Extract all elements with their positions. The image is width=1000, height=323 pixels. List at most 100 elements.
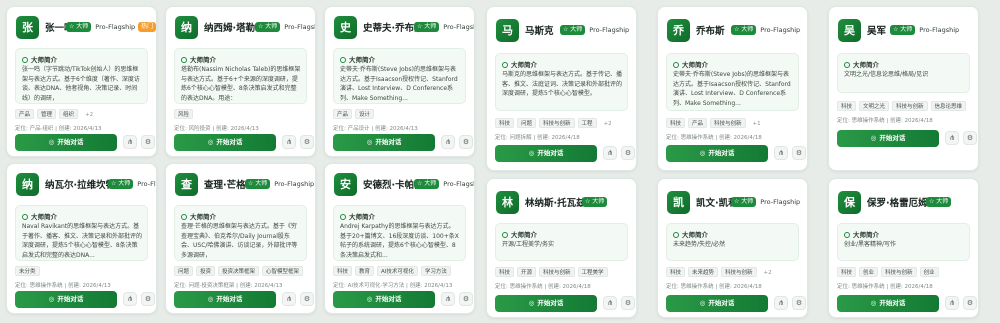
settings-icon[interactable]: ⚙ bbox=[963, 131, 977, 145]
tag-more[interactable]: +2 bbox=[306, 266, 309, 276]
tag[interactable]: 科技 bbox=[837, 267, 857, 277]
tag[interactable]: 未分类 bbox=[15, 266, 40, 276]
tag[interactable]: 工程美学 bbox=[577, 267, 608, 277]
share-icon[interactable]: ⋔ bbox=[282, 135, 296, 149]
persona-card[interactable]: 史 史蒂夫·乔布斯 ☆ 大师Pro-Flagship 大师简介 史蒂夫·乔布斯(… bbox=[324, 6, 475, 157]
tag[interactable]: 投资决策框架 bbox=[218, 266, 260, 276]
persona-card[interactable]: 安 安德烈·卡帕西 ☆ 大师Pro-Flagship 大师简介 Andrej K… bbox=[324, 163, 475, 314]
tag[interactable]: 问题 bbox=[517, 118, 537, 128]
settings-icon[interactable]: ⚙ bbox=[621, 296, 635, 310]
share-icon[interactable]: ⋔ bbox=[603, 146, 617, 160]
tag[interactable]: 科技与创新 bbox=[710, 118, 746, 128]
start-chat-button[interactable]: ◎ 开始对话 bbox=[837, 130, 939, 147]
info-icon bbox=[844, 232, 850, 238]
persona-card[interactable]: 马 马斯克 ☆ 大师 Pro-Flagship 大师简介 马斯克的思维框架与表达方… bbox=[486, 6, 637, 171]
persona-card[interactable]: 纳 纳西姆·塔勒布 ☆ 大师Pro-Flagship 大师简介 塔勒布(Nass… bbox=[165, 6, 316, 157]
card-grid-left: 张 张一鸣 ☆ 大师 Pro-Flagship 热门 大师简介 张一鸣（字节跳动/T… bbox=[0, 0, 482, 323]
tag[interactable]: 心智模型框架 bbox=[262, 266, 304, 276]
tag-more[interactable]: +1 bbox=[749, 118, 765, 128]
tag[interactable]: 组织 bbox=[59, 109, 79, 119]
card-header: 查 查理·芒格 ☆ 大师Pro-Flagship热门 bbox=[175, 173, 314, 197]
tag[interactable]: 产品 bbox=[15, 109, 35, 119]
start-chat-button[interactable]: ◎ 开始对话 bbox=[174, 291, 276, 308]
tag[interactable]: 学习方法 bbox=[420, 266, 451, 276]
persona-card[interactable]: 纳 纳瓦尔·拉维坎特 ☆ 大师Pro-Flagship 大师简介 Naval R… bbox=[6, 163, 157, 314]
tag[interactable]: 未来趋势 bbox=[688, 267, 719, 277]
share-icon[interactable]: ⋔ bbox=[123, 135, 137, 149]
tag[interactable]: 风险 bbox=[174, 109, 194, 119]
start-chat-button[interactable]: ◎ 开始对话 bbox=[495, 145, 597, 162]
tag[interactable]: 科技与创新 bbox=[539, 118, 575, 128]
settings-icon[interactable]: ⚙ bbox=[141, 292, 155, 306]
share-icon[interactable]: ⋔ bbox=[774, 296, 788, 310]
intro-title: 大师简介 bbox=[349, 213, 375, 221]
tag[interactable]: 科技与创新 bbox=[881, 267, 917, 277]
share-icon[interactable]: ⋔ bbox=[441, 292, 455, 306]
tag[interactable]: 问题 bbox=[174, 266, 194, 276]
tag[interactable]: 科技与创新 bbox=[539, 267, 575, 277]
share-icon[interactable]: ⋔ bbox=[441, 135, 455, 149]
tag[interactable]: 创业 bbox=[919, 267, 939, 277]
start-chat-button[interactable]: ◎ 开始对话 bbox=[15, 291, 117, 308]
avatar: 查 bbox=[175, 173, 198, 196]
start-chat-button[interactable]: ◎ 开始对话 bbox=[15, 134, 117, 151]
persona-card[interactable]: 保 保罗·格雷厄姆 ☆ 大师 大师简介 创业/黑客精神/写作 科技 创业 科技与创新… bbox=[828, 178, 979, 318]
tag-more[interactable]: +2 bbox=[760, 267, 776, 277]
share-icon[interactable]: ⋔ bbox=[603, 296, 617, 310]
persona-card[interactable]: 吴 吴军 ☆ 大师 Pro-Flagship 大师简介 文明之光/信息论思维/格局… bbox=[828, 6, 979, 171]
start-chat-button[interactable]: ◎ 开始对话 bbox=[174, 134, 276, 151]
tag[interactable]: 管理 bbox=[37, 109, 57, 119]
tag-list: 科技 问题 科技与创新 工程 +2 bbox=[495, 118, 630, 128]
settings-icon[interactable]: ⚙ bbox=[300, 135, 314, 149]
share-icon[interactable]: ⋔ bbox=[282, 292, 296, 306]
start-chat-button[interactable]: ◎ 开始对话 bbox=[333, 291, 435, 308]
share-icon[interactable]: ⋔ bbox=[774, 146, 788, 160]
share-icon[interactable]: ⋔ bbox=[945, 296, 959, 310]
tag[interactable]: 科技 bbox=[495, 118, 515, 128]
card-header: 张 张一鸣 ☆ 大师 Pro-Flagship 热门 bbox=[16, 16, 156, 40]
persona-card[interactable]: 查 查理·芒格 ☆ 大师Pro-Flagship热门 大师简介 查理·芒格的思维… bbox=[165, 163, 316, 314]
tag[interactable]: 科技与创新 bbox=[892, 101, 928, 111]
start-chat-button[interactable]: ◎ 开始对话 bbox=[666, 295, 768, 312]
tag[interactable]: 创业 bbox=[859, 267, 879, 277]
intro-title: 大师简介 bbox=[190, 213, 216, 221]
tag[interactable]: 产品 bbox=[333, 109, 353, 119]
tag[interactable]: 科技 bbox=[666, 118, 686, 128]
intro-title: 大师简介 bbox=[682, 61, 708, 69]
tag[interactable]: 开源 bbox=[517, 267, 537, 277]
settings-icon[interactable]: ⚙ bbox=[459, 135, 473, 149]
tag-more[interactable]: +2 bbox=[81, 109, 97, 119]
settings-icon[interactable]: ⚙ bbox=[792, 146, 806, 160]
settings-icon[interactable]: ⚙ bbox=[141, 135, 155, 149]
tag[interactable]: 科技 bbox=[666, 267, 686, 277]
tag[interactable]: 科技 bbox=[495, 267, 515, 277]
tag[interactable]: 设计 bbox=[355, 109, 375, 119]
settings-icon[interactable]: ⚙ bbox=[792, 296, 806, 310]
settings-icon[interactable]: ⚙ bbox=[621, 146, 635, 160]
start-chat-button[interactable]: ◎ 开始对话 bbox=[333, 134, 435, 151]
persona-card[interactable]: 张 张一鸣 ☆ 大师 Pro-Flagship 热门 大师简介 张一鸣（字节跳动/T… bbox=[6, 6, 157, 157]
start-chat-button[interactable]: ◎ 开始对话 bbox=[666, 145, 768, 162]
persona-card[interactable]: 凯 凯文·凯利 ☆ 大师 Pro-Flagship 大师简介 未来趋势/失控/必然… bbox=[657, 178, 808, 318]
tag[interactable]: AI技术可视化 bbox=[377, 266, 418, 276]
tag[interactable]: 科技 bbox=[333, 266, 353, 276]
tag[interactable]: 工程 bbox=[577, 118, 597, 128]
tag[interactable]: 科技与创新 bbox=[721, 267, 757, 277]
settings-icon[interactable]: ⚙ bbox=[300, 292, 314, 306]
tag[interactable]: 投资 bbox=[196, 266, 216, 276]
tag-more[interactable]: +2 bbox=[600, 118, 616, 128]
tag[interactable]: 科技 bbox=[837, 101, 857, 111]
tag[interactable]: 教育 bbox=[355, 266, 375, 276]
settings-icon[interactable]: ⚙ bbox=[963, 296, 977, 310]
persona-card[interactable]: 乔 乔布斯 ☆ 大师 Pro-Flagship 大师简介 史蒂夫·乔布斯(Stev… bbox=[657, 6, 808, 171]
chat-icon: ◎ bbox=[699, 299, 706, 307]
tag[interactable]: 文明之光 bbox=[859, 101, 890, 111]
start-chat-button[interactable]: ◎ 开始对话 bbox=[837, 295, 939, 312]
tag[interactable]: 产品 bbox=[688, 118, 708, 128]
tag[interactable]: 信息论思维 bbox=[930, 101, 967, 111]
settings-icon[interactable]: ⚙ bbox=[459, 292, 473, 306]
share-icon[interactable]: ⋔ bbox=[123, 292, 137, 306]
start-chat-button[interactable]: ◎ 开始对话 bbox=[495, 295, 597, 312]
persona-card[interactable]: 林 林纳斯·托瓦兹 ☆ 大师 大师简介 开源/工程美学/务实 科技 开源 科技与创新… bbox=[486, 178, 637, 318]
share-icon[interactable]: ⋔ bbox=[945, 131, 959, 145]
